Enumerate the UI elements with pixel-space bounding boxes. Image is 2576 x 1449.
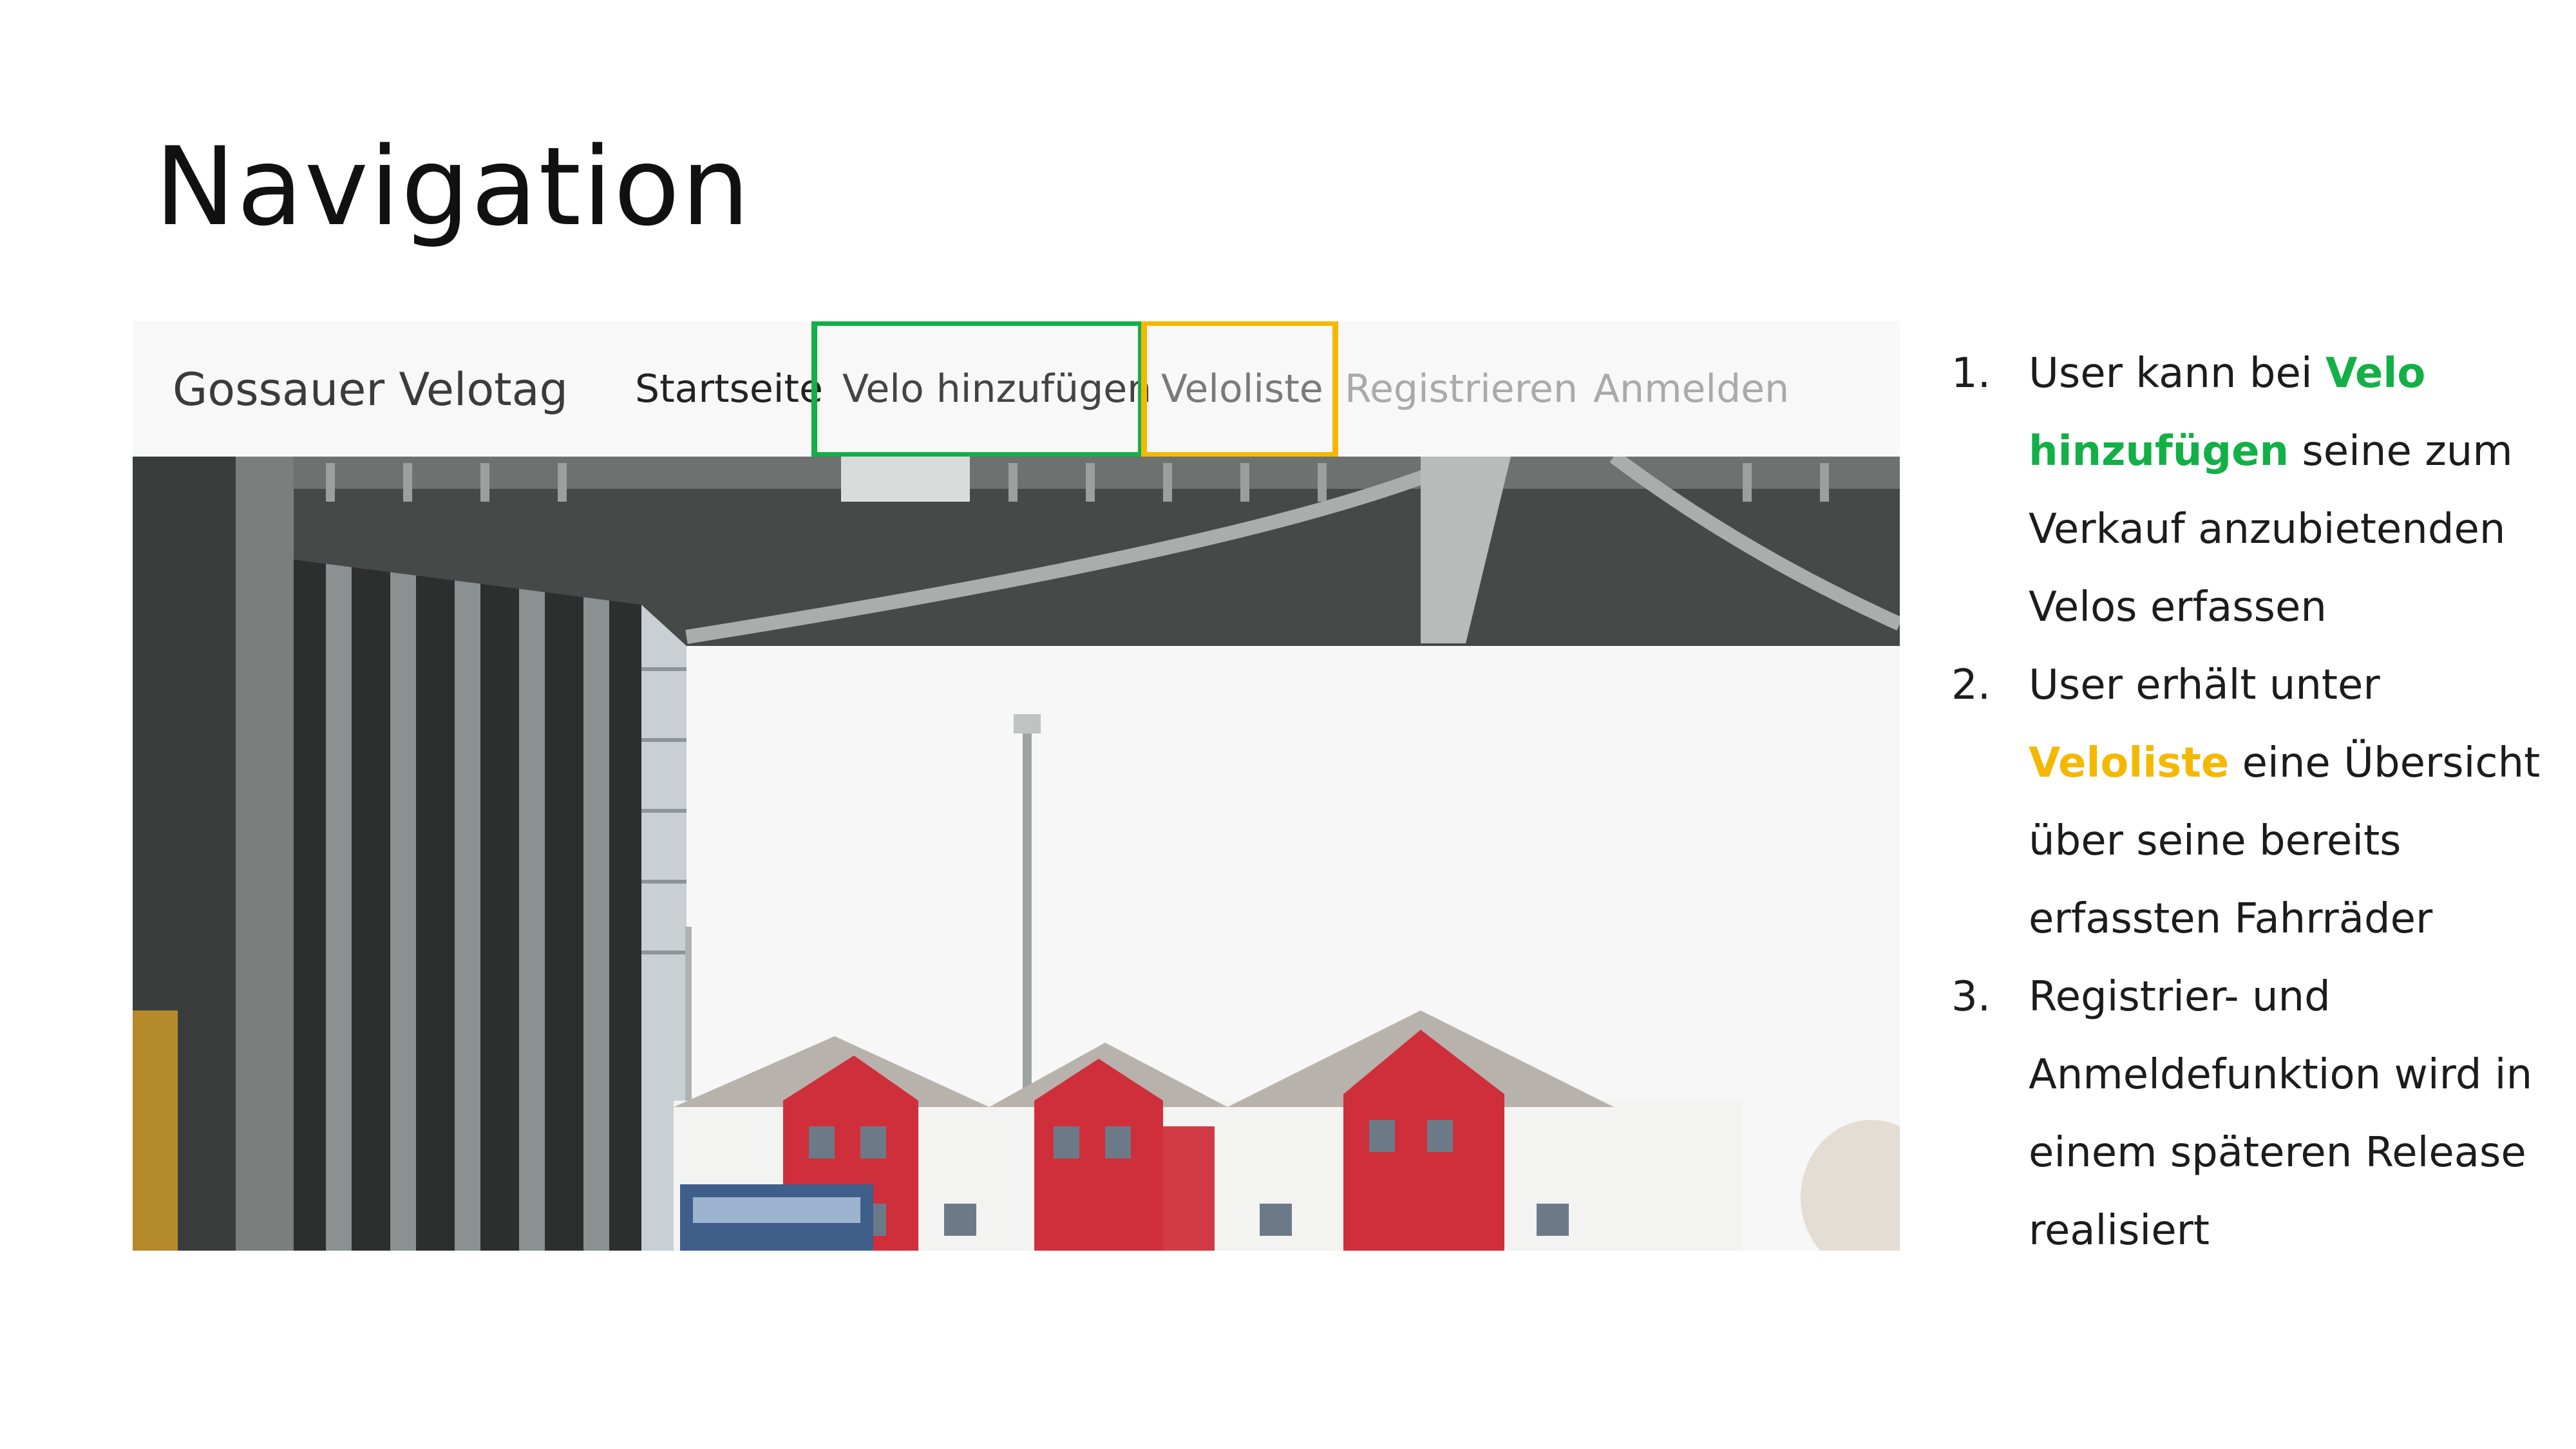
hero-photo <box>133 457 1900 1251</box>
list-number: 1. <box>1951 350 1991 397</box>
slide: Navigation Gossauer Velotag Startseite V… <box>0 0 2576 1449</box>
list-item: 1. User kann bei Velo hinzufügen seine z… <box>1951 335 2557 647</box>
navbar-brand[interactable]: Gossauer Velotag <box>173 357 568 422</box>
list-number: 3. <box>1951 973 1991 1021</box>
highlight-box-velo-hinzufuegen <box>811 321 1144 458</box>
nav-link-anmelden[interactable]: Anmelden <box>1593 360 1789 418</box>
slide-title: Navigation <box>155 124 752 250</box>
nav-link-registrieren[interactable]: Registrieren <box>1345 360 1578 418</box>
note-text: Registrier- und Anmeldefunktion wird in … <box>2029 973 2533 1255</box>
note-text: User erhält unter <box>2029 661 2380 709</box>
app-screenshot: Gossauer Velotag Startseite Velo hinzufü… <box>133 321 1900 1251</box>
keyword-veloliste: Veloliste <box>2029 739 2230 787</box>
note-text: User kann bei <box>2029 350 2325 397</box>
list-item: 2. User erhält unter Veloliste eine Über… <box>1951 647 2557 958</box>
list-number: 2. <box>1951 661 1991 709</box>
list-item: 3. Registrier- und Anmeldefunktion wird … <box>1951 958 2557 1270</box>
explanation-list: 1. User kann bei Velo hinzufügen seine z… <box>1951 335 2557 1270</box>
navbar: Gossauer Velotag Startseite Velo hinzufü… <box>133 321 1900 458</box>
nav-link-startseite[interactable]: Startseite <box>635 360 823 418</box>
highlight-box-veloliste <box>1141 321 1338 458</box>
